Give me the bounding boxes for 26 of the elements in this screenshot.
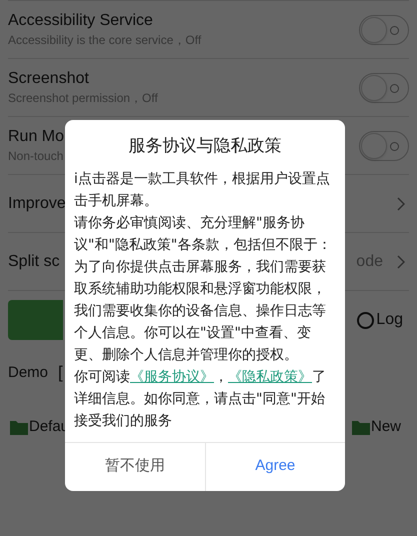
- dialog-paragraph: 你可阅读《服务协议》，《隐私政策》了 详细信息。如你同意，请点击"同意"开始接受我们的服务: [74, 368, 327, 430]
- toggle-switch[interactable]: [359, 14, 409, 44]
- chevron-icon: [397, 196, 405, 210]
- folder-item[interactable]: New: [352, 416, 401, 438]
- dialog-paragraph: i点击器是一款工具软件，根据用户设置点击手机屏幕。: [74, 170, 331, 210]
- radio-button[interactable]: [357, 312, 374, 328]
- setting-title: Split sc: [8, 252, 60, 272]
- agree-button[interactable]: Agree: [204, 442, 345, 490]
- folder-icon: [352, 418, 370, 435]
- decline-button[interactable]: 暂不使用: [65, 442, 204, 490]
- folder-icon: [10, 418, 28, 435]
- toggle-switch[interactable]: [359, 130, 409, 160]
- start-button[interactable]: [8, 300, 63, 340]
- dialog-title: 服务协议与隐私政策: [128, 135, 282, 158]
- chevron-icon: [397, 254, 405, 268]
- toggle-switch[interactable]: [359, 72, 409, 102]
- bracket-text: [: [58, 362, 63, 384]
- terms-link[interactable]: 《服务协议》: [130, 368, 214, 384]
- dialog-paragraph: 请你务必审慎阅读、充分理解"服务协议"和"隐私政策"各条款，包括但不限于：为了向你提供点击屏幕服务，我们需要获取系统辅助功能权限和悬浮窗功能权限，我们需要收集你的设备信息、操作日志等个人信息。你可以在"设置"中查看、变更、删除个人信息并管理你的授权。: [74, 214, 332, 364]
- setting-title: Run Mo: [8, 126, 64, 146]
- demo-label: Demo: [8, 362, 48, 382]
- log-label: Log: [376, 310, 403, 330]
- setting-title: Screenshot: [8, 68, 90, 88]
- setting-title: Accessibility Service: [8, 10, 154, 30]
- setting-title: Improve: [8, 194, 66, 214]
- privacy-link[interactable]: 《隐私政策》: [228, 368, 312, 384]
